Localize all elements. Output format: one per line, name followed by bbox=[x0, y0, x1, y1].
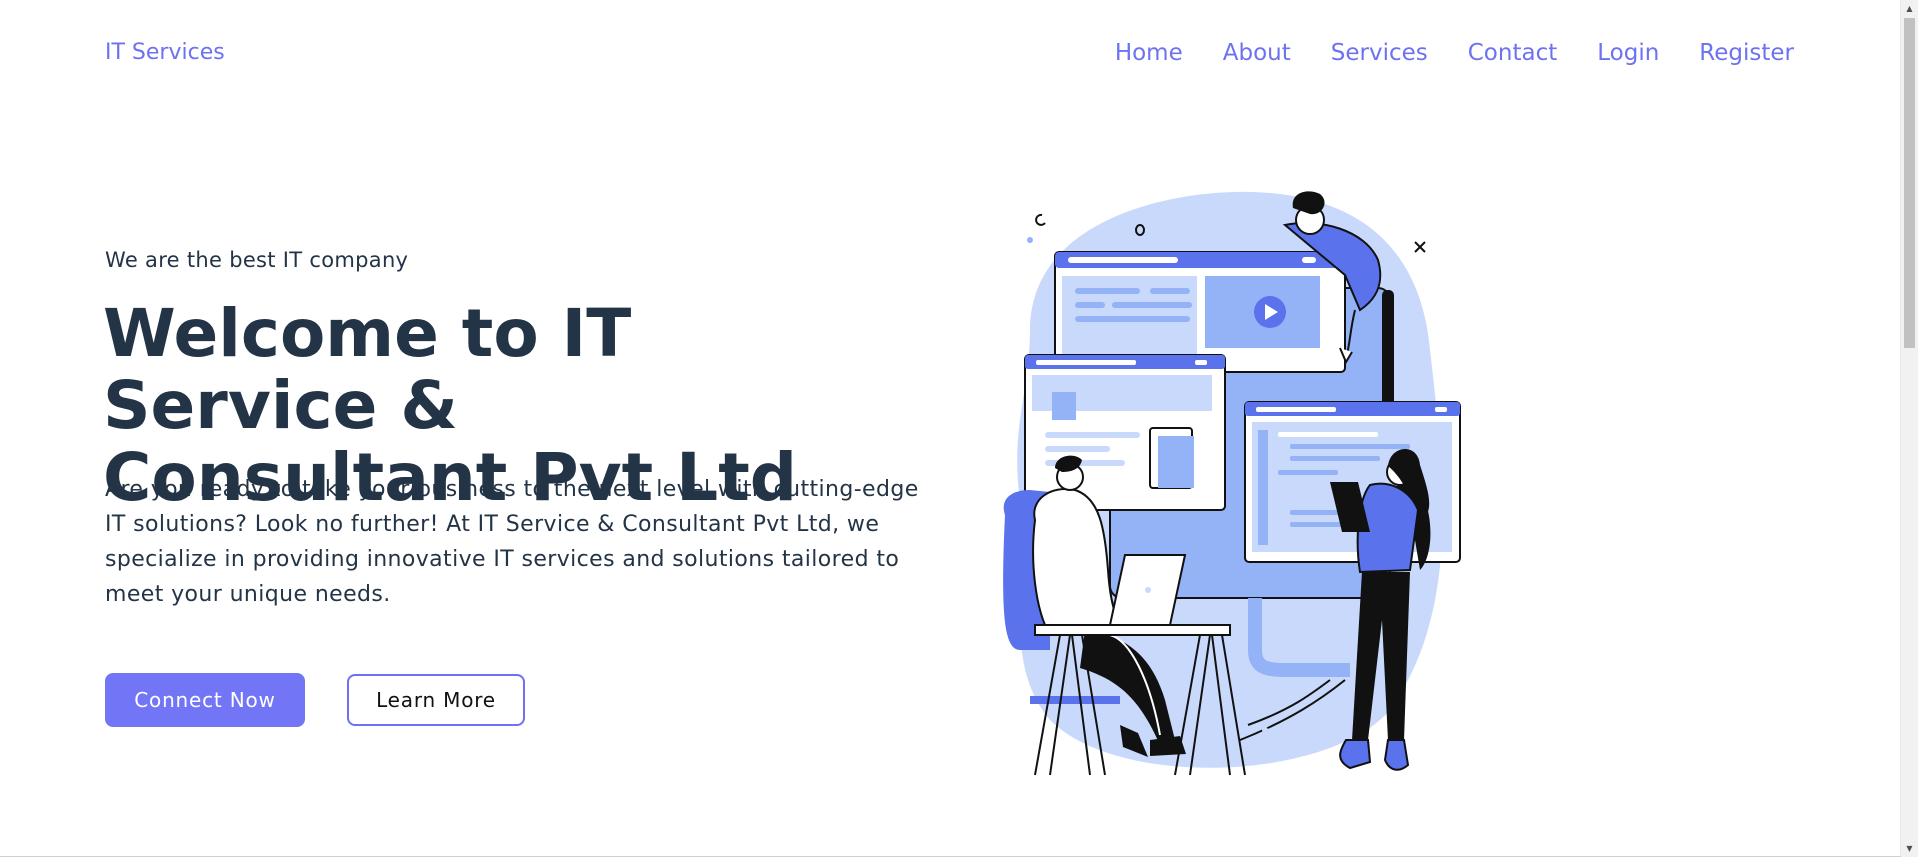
connect-now-button[interactable]: Connect Now bbox=[105, 673, 305, 727]
brand-link[interactable]: IT Services bbox=[105, 40, 225, 65]
scrollbar-thumb[interactable] bbox=[1904, 18, 1915, 348]
nav-home[interactable]: Home bbox=[1115, 40, 1183, 66]
learn-more-button[interactable]: Learn More bbox=[347, 674, 525, 726]
nav-about[interactable]: About bbox=[1223, 40, 1291, 66]
hero-tagline: We are the best IT company bbox=[105, 248, 409, 272]
page: IT Services Home About Services Contact … bbox=[0, 0, 1918, 857]
main-nav: Home About Services Contact Login Regist… bbox=[1115, 40, 1794, 66]
chevron-up-icon[interactable]: ▲ bbox=[1901, 0, 1918, 17]
nav-login[interactable]: Login bbox=[1597, 40, 1659, 66]
nav-register[interactable]: Register bbox=[1699, 40, 1794, 66]
chevron-down-icon[interactable]: ▼ bbox=[1901, 840, 1918, 857]
nav-contact[interactable]: Contact bbox=[1468, 40, 1557, 66]
nav-services[interactable]: Services bbox=[1331, 40, 1428, 66]
hero-illustration bbox=[1003, 191, 1461, 776]
hero-description: Are you ready to take your business to t… bbox=[105, 477, 919, 607]
hero-headline-line1: Welcome to IT Service & bbox=[103, 295, 632, 444]
vertical-scrollbar[interactable]: ▲ ▼ bbox=[1900, 0, 1918, 857]
